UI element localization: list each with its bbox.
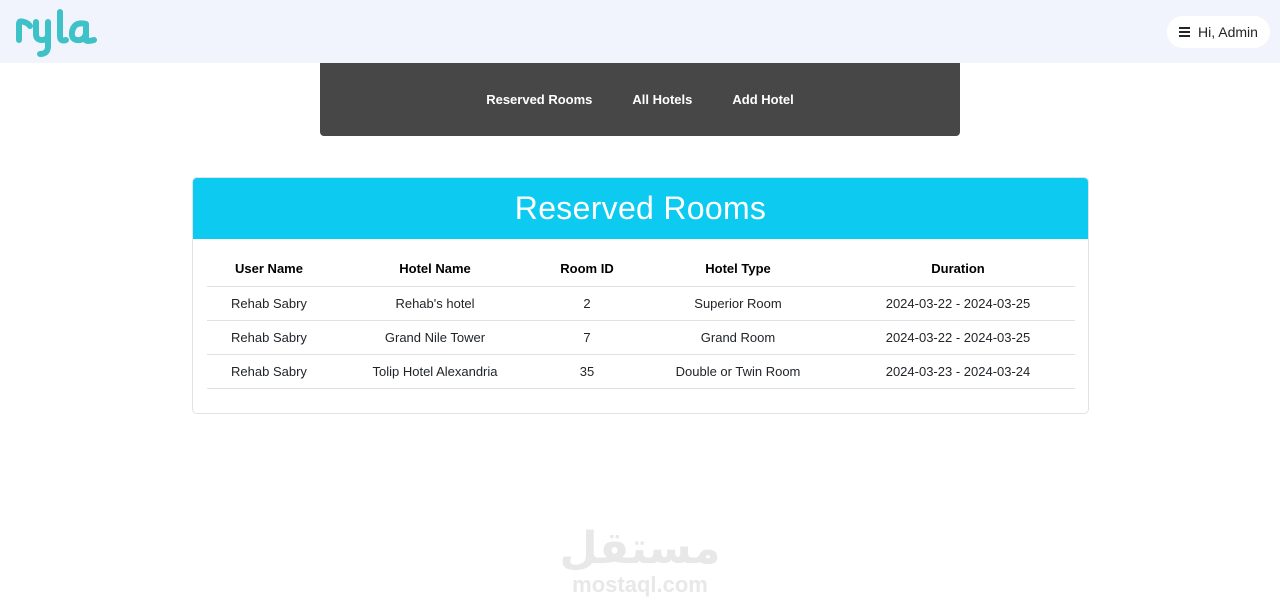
column-header-user-name: User Name [207, 252, 331, 287]
column-header-room-id: Room ID [539, 252, 635, 287]
cell-user-name: Rehab Sabry [207, 286, 331, 321]
cell-duration: 2024-03-23 - 2024-03-24 [841, 354, 1075, 389]
cell-hotel-name: Grand Nile Tower [331, 320, 539, 355]
table-header-row: User Name Hotel Name Room ID Hotel Type … [207, 252, 1075, 287]
brand-logo[interactable] [14, 4, 104, 60]
cell-hotel-type: Double or Twin Room [635, 354, 841, 389]
nav-add-hotel[interactable]: Add Hotel [732, 92, 793, 107]
reservations-card: Reserved Rooms User Name Hotel Name Room… [192, 177, 1089, 414]
watermark: مستقل mostaql.com [550, 525, 730, 605]
cell-room-id: 7 [539, 320, 635, 355]
cell-hotel-type: Grand Room [635, 320, 841, 355]
top-navbar: Hi, Admin [0, 0, 1280, 63]
cell-duration: 2024-03-22 - 2024-03-25 [841, 320, 1075, 355]
page-title: Reserved Rooms [514, 190, 767, 226]
admin-nav: Reserved Rooms All Hotels Add Hotel [320, 63, 960, 136]
ryla-logo-icon [16, 9, 97, 57]
watermark-latin: mostaql.com [572, 572, 708, 597]
table-row: Rehab Sabry Grand Nile Tower 7 Grand Roo… [207, 320, 1075, 355]
reservations-table: User Name Hotel Name Room ID Hotel Type … [207, 252, 1075, 389]
cell-hotel-name: Rehab's hotel [331, 286, 539, 321]
cell-user-name: Rehab Sabry [207, 320, 331, 355]
cell-hotel-name: Tolip Hotel Alexandria [331, 354, 539, 389]
cell-duration: 2024-03-22 - 2024-03-25 [841, 286, 1075, 321]
nav-all-hotels[interactable]: All Hotels [632, 92, 692, 107]
user-greeting: Hi, Admin [1198, 24, 1258, 40]
card-header: Reserved Rooms [193, 178, 1088, 239]
column-header-hotel-type: Hotel Type [635, 252, 841, 287]
user-menu-button[interactable]: Hi, Admin [1167, 16, 1270, 48]
cell-hotel-type: Superior Room [635, 286, 841, 321]
table-row: Rehab Sabry Rehab's hotel 2 Superior Roo… [207, 286, 1075, 321]
cell-room-id: 2 [539, 286, 635, 321]
column-header-duration: Duration [841, 252, 1075, 287]
cell-user-name: Rehab Sabry [207, 354, 331, 389]
table-row: Rehab Sabry Tolip Hotel Alexandria 35 Do… [207, 354, 1075, 389]
watermark-arabic: مستقل [559, 524, 721, 573]
hamburger-icon [1179, 27, 1191, 37]
column-header-hotel-name: Hotel Name [331, 252, 539, 287]
nav-reserved-rooms[interactable]: Reserved Rooms [486, 92, 592, 107]
cell-room-id: 35 [539, 354, 635, 389]
